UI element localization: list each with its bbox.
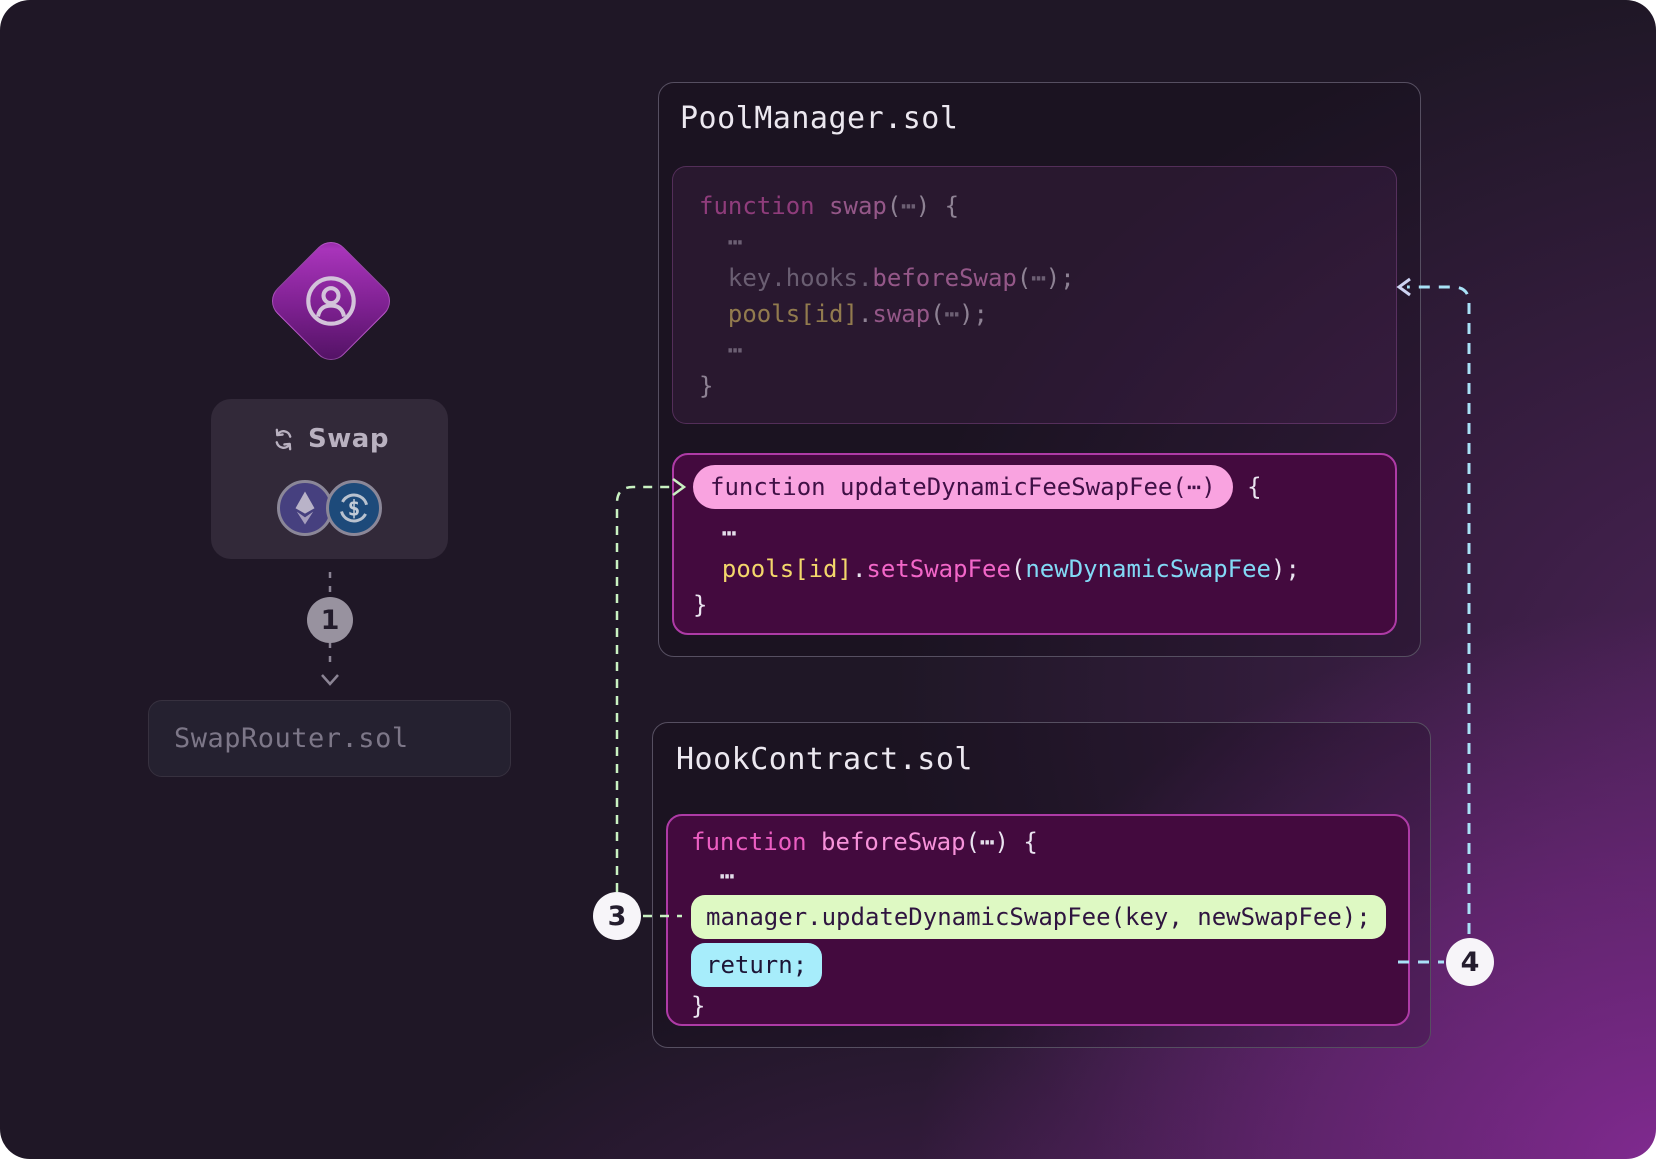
step-4-badge: 4 bbox=[1446, 938, 1494, 986]
swap-router-box: SwapRouter.sol bbox=[148, 700, 511, 777]
coin-pair: $ bbox=[211, 479, 448, 537]
svg-text:$: $ bbox=[348, 497, 361, 521]
hook-contract-title: HookContract.sol bbox=[676, 742, 973, 777]
user-diamond bbox=[265, 235, 398, 368]
swap-arrows-icon bbox=[270, 426, 297, 453]
usd-coin-icon: $ bbox=[325, 479, 383, 537]
swap-function-block: function swap(⋯) { ⋯ key.hooks.beforeSwa… bbox=[672, 166, 1397, 424]
step-3-badge: 3 bbox=[593, 892, 641, 940]
update-dynamic-fee-block: function updateDynamicFeeSwapFee(⋯) { ⋯ … bbox=[672, 453, 1397, 635]
before-swap-block: function beforeSwap(⋯) { ⋯manager.update… bbox=[666, 814, 1410, 1026]
diagram-canvas: Swap $ SwapRouter.sol PoolManager.sol fu… bbox=[0, 0, 1656, 1159]
step-1-badge: 1 bbox=[307, 597, 353, 643]
swap-card-header: Swap bbox=[211, 423, 448, 455]
swap-router-title: SwapRouter.sol bbox=[174, 723, 409, 754]
swap-label: Swap bbox=[308, 424, 389, 454]
user-circle-icon bbox=[302, 272, 360, 330]
pool-manager-title: PoolManager.sol bbox=[680, 101, 958, 136]
swap-card: Swap $ bbox=[211, 399, 448, 559]
